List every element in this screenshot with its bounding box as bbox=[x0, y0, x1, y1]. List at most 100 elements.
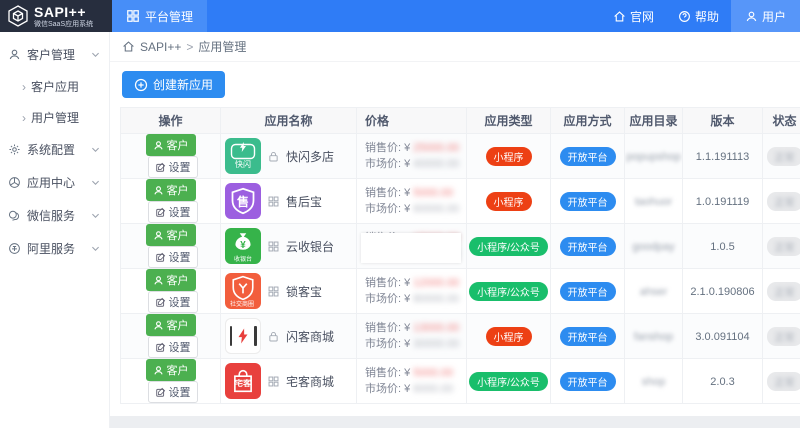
help-icon bbox=[678, 10, 691, 23]
app-directory: taohuor bbox=[634, 196, 673, 208]
app-type-badge: 小程序/公众号 bbox=[469, 281, 548, 301]
sidebar-item-3[interactable]: 应用中心 bbox=[0, 166, 109, 199]
customer-label: 客户 bbox=[166, 140, 189, 152]
topbar-link-help[interactable]: 帮助 bbox=[666, 0, 731, 32]
chevron-down-icon bbox=[90, 177, 101, 188]
status-toggle[interactable]: 正常 bbox=[766, 326, 800, 346]
sale-price-label: 销售价: ¥ bbox=[365, 322, 414, 334]
topbar: SAPI++ 微信SaaS应用系统 平台管理 官网 帮助 用户 bbox=[0, 0, 800, 32]
table-header-row: 操作应用名称价格应用类型应用方式应用目录版本状态操作 bbox=[120, 107, 800, 134]
sale-price-label: 销售价: ¥ bbox=[365, 277, 414, 289]
help-label: 帮助 bbox=[694, 9, 719, 24]
customer-button[interactable]: 客户 bbox=[145, 134, 196, 156]
breadcrumb: SAPI++ > 应用管理 bbox=[110, 32, 800, 62]
app-version: 2.1.0.190806 bbox=[690, 286, 755, 298]
sidebar-item-2[interactable]: 系统配置 bbox=[0, 133, 109, 166]
ali-icon bbox=[8, 242, 21, 255]
column-header: 版本 bbox=[682, 107, 763, 134]
column-header: 操作 bbox=[120, 107, 221, 134]
settings-label: 设置 bbox=[168, 342, 191, 354]
app-mode-badge: 开放平台 bbox=[559, 326, 616, 346]
app-type-badge: 小程序 bbox=[485, 146, 532, 166]
sidebar-subitem-1-2[interactable]: › 用户管理 bbox=[0, 102, 109, 133]
settings-button[interactable]: 设置 bbox=[147, 291, 198, 313]
sidebar-subitem-1-1[interactable]: › 客户应用 bbox=[0, 71, 109, 102]
main-area: SAPI++ > 应用管理 创建新应用 操作 应用名称 价格 应用类型 应用方式 应用目录… bbox=[110, 32, 800, 428]
app-type-badge: 小程序/公众号 bbox=[469, 236, 548, 256]
customer-button[interactable]: 客户 bbox=[145, 359, 196, 381]
status-toggle[interactable]: 正常 bbox=[766, 191, 800, 211]
app-name: 云收银台 bbox=[286, 239, 335, 254]
customer-button[interactable]: 客户 bbox=[145, 224, 196, 246]
sidebar: 客户管理 › 客户应用 › 用户管理 系统配置 应用中心 微信服务 阿里服务 bbox=[0, 32, 110, 428]
app-directory: popupshop bbox=[626, 151, 681, 163]
customer-label: 客户 bbox=[166, 185, 189, 197]
settings-button[interactable]: 设置 bbox=[147, 336, 198, 358]
tab-platform-manage[interactable]: 平台管理 bbox=[112, 0, 208, 32]
customer-label: 客户 bbox=[166, 230, 189, 242]
settings-button[interactable]: 设置 bbox=[147, 201, 198, 223]
status-toggle[interactable]: 正常 bbox=[766, 146, 800, 166]
status-toggle[interactable]: 正常 bbox=[766, 371, 800, 391]
settings-button[interactable]: 设置 bbox=[147, 381, 198, 403]
sale-price-label: 销售价: ¥ bbox=[365, 142, 414, 154]
market-price-value: 80000.00 bbox=[413, 293, 460, 305]
breadcrumb-current: 应用管理 bbox=[198, 40, 247, 54]
chevron-right-icon: › bbox=[22, 110, 26, 125]
sidebar-item-5[interactable]: 阿里服务 bbox=[0, 232, 109, 265]
app-version: 2.0.3 bbox=[710, 376, 735, 388]
app-icon: 快闪 bbox=[225, 138, 261, 174]
app-name: 宅客商城 bbox=[286, 374, 335, 389]
topbar-link-user[interactable]: 用户 bbox=[730, 0, 800, 32]
app-type-badge: 小程序/公众号 bbox=[469, 371, 548, 391]
app-mode-badge: 开放平台 bbox=[559, 146, 616, 166]
sale-price-label: 销售价: ¥ bbox=[365, 187, 414, 199]
app-directory: goodpay bbox=[632, 241, 675, 253]
customer-button[interactable]: 客户 bbox=[145, 269, 196, 291]
app-mode-badge: 开放平台 bbox=[559, 371, 616, 391]
sidebar-item-1[interactable]: 客户管理 bbox=[0, 38, 109, 71]
website-label: 官网 bbox=[629, 9, 654, 24]
app-name: 快闪多店 bbox=[286, 149, 335, 164]
settings-button[interactable]: 设置 bbox=[147, 156, 198, 178]
tab-platform-label: 平台管理 bbox=[145, 9, 194, 24]
market-price-value: 30000.00 bbox=[413, 338, 460, 350]
customer-button[interactable]: 客户 bbox=[145, 179, 196, 201]
app-icon: ¥ 收银台 bbox=[225, 228, 261, 264]
market-price-label: 市场价: ¥ bbox=[365, 293, 414, 305]
app-icon bbox=[225, 318, 261, 354]
sale-price-value: 5000.00 bbox=[413, 367, 454, 379]
table-row: 客户 设置 快闪 快闪多店 销售价: ¥ 25000.00 市场价: ¥ 400… bbox=[120, 133, 800, 179]
column-header: 应用目录 bbox=[624, 107, 683, 134]
app-directory: fanshop bbox=[633, 331, 674, 343]
market-price-value: 6000.00 bbox=[413, 383, 454, 395]
market-price-label: 市场价: ¥ bbox=[365, 203, 414, 215]
settings-label: 设置 bbox=[168, 387, 191, 399]
logo-subtitle: 微信SaaS应用系统 bbox=[34, 20, 94, 28]
person-icon bbox=[8, 48, 21, 61]
app-icon: 售 bbox=[225, 183, 261, 219]
app-type-badge: 小程序 bbox=[485, 326, 532, 346]
app-logo: SAPI++ 微信SaaS应用系统 bbox=[0, 0, 112, 32]
chevron-down-icon bbox=[90, 144, 101, 155]
app-icon bbox=[8, 176, 21, 189]
user-icon bbox=[745, 10, 758, 23]
plus-circle-icon bbox=[134, 78, 148, 92]
column-header: 价格 bbox=[356, 107, 467, 134]
breadcrumb-root[interactable]: SAPI++ bbox=[140, 40, 181, 54]
create-app-button[interactable]: 创建新应用 bbox=[122, 71, 226, 98]
column-header: 应用方式 bbox=[550, 107, 625, 134]
settings-label: 设置 bbox=[168, 207, 191, 219]
grid-icon bbox=[267, 375, 280, 388]
lock-icon bbox=[267, 150, 280, 163]
grid-icon bbox=[267, 285, 280, 298]
sidebar-item-4[interactable]: 微信服务 bbox=[0, 199, 109, 232]
topbar-link-website[interactable]: 官网 bbox=[601, 0, 666, 32]
app-mode-badge: 开放平台 bbox=[559, 236, 616, 256]
customer-button[interactable]: 客户 bbox=[145, 314, 196, 336]
status-toggle[interactable]: 正常 bbox=[766, 236, 800, 256]
app-name: 售后宝 bbox=[286, 194, 323, 209]
settings-button[interactable]: 设置 bbox=[147, 246, 198, 268]
status-toggle[interactable]: 正常 bbox=[766, 281, 800, 301]
app-version: 1.0.5 bbox=[710, 241, 735, 253]
